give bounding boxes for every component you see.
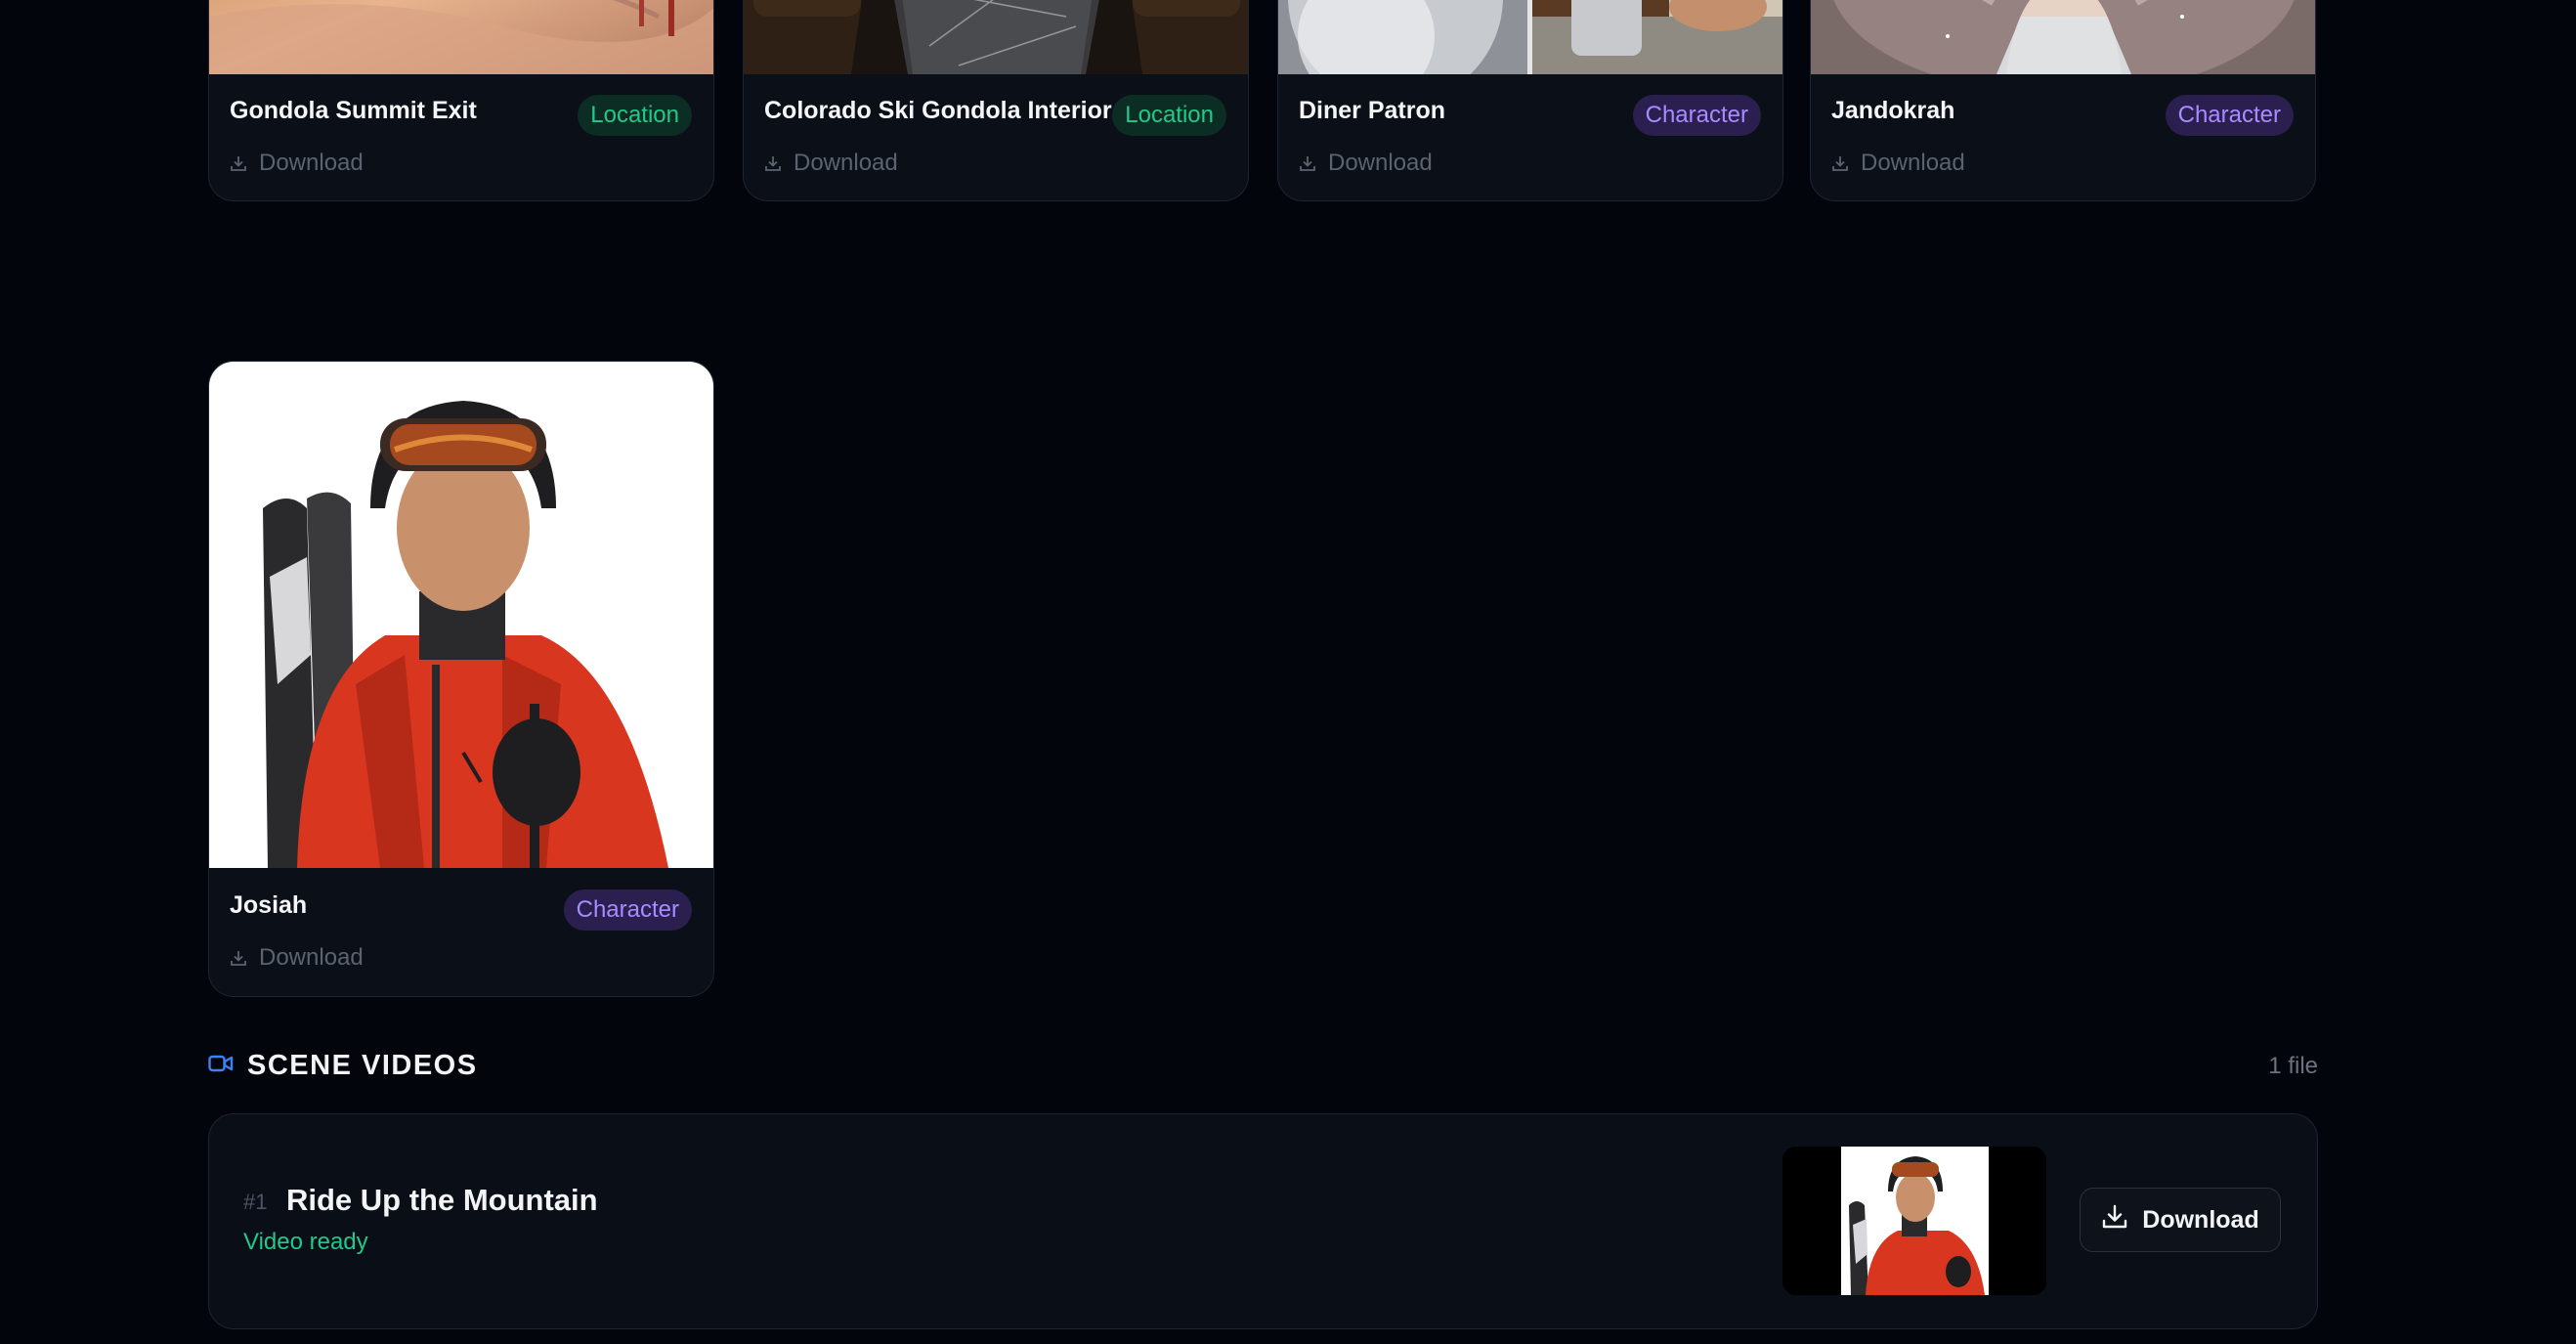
video-download-button[interactable]: Download	[2080, 1188, 2281, 1252]
download-icon	[764, 154, 782, 172]
location-badge: Location	[578, 95, 692, 136]
asset-card[interactable]: Gondola Summit Exit Location Download	[208, 0, 714, 201]
download-icon	[230, 949, 247, 967]
asset-card[interactable]: Diner Patron Character Download	[1277, 0, 1783, 201]
download-link[interactable]: Download	[230, 944, 364, 972]
asset-card[interactable]: Colorado Ski Gondola Interior Location D…	[743, 0, 1249, 201]
asset-image-gondola-interior	[744, 0, 1248, 74]
scene-title: Ride Up the Mountain	[286, 1183, 598, 1217]
section-title: SCENE VIDEOS	[247, 1050, 478, 1081]
asset-image-josiah	[209, 362, 713, 868]
asset-card[interactable]: Josiah Character Download	[208, 361, 714, 997]
download-label: Download	[1328, 150, 1433, 176]
location-badge: Location	[1112, 95, 1226, 136]
download-link[interactable]: Download	[1831, 150, 1965, 177]
file-count: 1 file	[2268, 1053, 2318, 1079]
asset-image-diner-patron	[1278, 0, 1782, 74]
character-badge: Character	[563, 889, 692, 931]
video-status: Video ready	[243, 1229, 368, 1255]
download-label: Download	[259, 944, 364, 971]
asset-title: Diner Patron	[1299, 97, 1446, 124]
download-link[interactable]: Download	[1299, 150, 1433, 177]
scene-video-item: #1 Ride Up the Mountain Video ready Down…	[208, 1113, 2318, 1329]
asset-title: Josiah	[230, 891, 308, 919]
download-icon	[2101, 1203, 2128, 1237]
download-icon	[1299, 154, 1316, 172]
scene-videos-header: SCENE VIDEOS	[208, 1050, 478, 1082]
download-link[interactable]: Download	[764, 150, 898, 177]
download-button-label: Download	[2142, 1205, 2259, 1234]
asset-title: Jandokrah	[1831, 97, 1955, 124]
download-label: Download	[1861, 150, 1965, 176]
character-badge: Character	[1632, 95, 1761, 136]
asset-image-jandokrah	[1811, 0, 2315, 74]
download-label: Download	[259, 150, 364, 176]
download-label: Download	[794, 150, 898, 176]
asset-title: Colorado Ski Gondola Interior	[764, 97, 1112, 124]
video-camera-icon	[208, 1054, 234, 1078]
scene-number: #1	[243, 1190, 268, 1214]
download-icon	[1831, 154, 1849, 172]
video-thumbnail[interactable]	[1782, 1147, 2046, 1295]
download-link[interactable]: Download	[230, 150, 364, 177]
asset-card[interactable]: Jandokrah Character Download	[1810, 0, 2316, 201]
asset-image-gondola-summit-exit	[209, 0, 713, 74]
download-icon	[230, 154, 247, 172]
character-badge: Character	[2165, 95, 2294, 136]
asset-title: Gondola Summit Exit	[230, 97, 477, 124]
